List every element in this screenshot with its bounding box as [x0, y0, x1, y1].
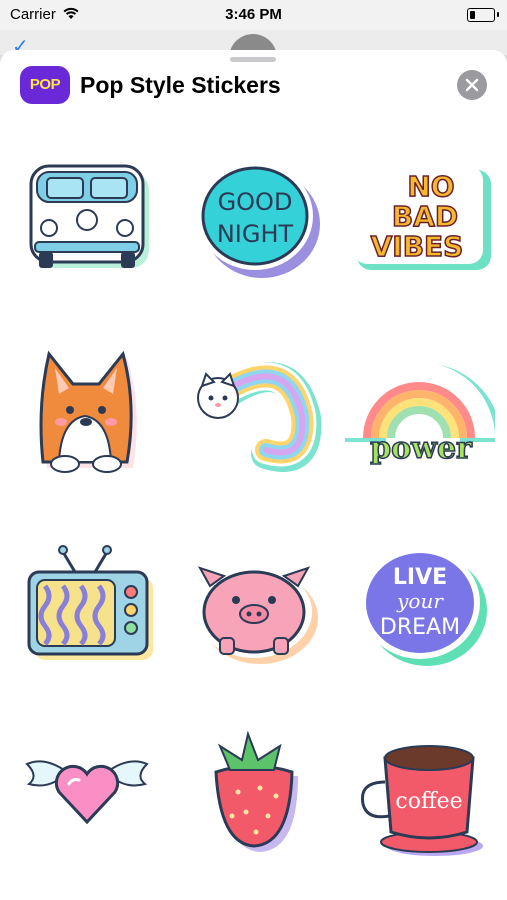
sticker-power-rainbow[interactable]: power [343, 338, 502, 488]
no-label: NO [407, 170, 454, 203]
power-label: power [370, 431, 473, 466]
pig-icon [196, 566, 318, 664]
app-icon: POP [20, 66, 70, 104]
close-button[interactable] [457, 70, 487, 100]
sticker-pig[interactable] [180, 526, 330, 676]
sticker-tv[interactable] [15, 526, 165, 676]
sticker-sheet: POP Pop Style Stickers GOOD NIGHT NO BAD… [0, 50, 507, 900]
sticker-good-night[interactable]: GOOD NIGHT [180, 138, 330, 288]
sticker-strawberry[interactable] [180, 712, 330, 862]
strawberry-icon [214, 730, 298, 852]
sticker-cat-rainbow[interactable] [180, 338, 330, 488]
corgi-icon [39, 350, 137, 473]
your-label: your [396, 589, 444, 613]
night-label: NIGHT [217, 220, 294, 248]
tv-icon [27, 545, 153, 660]
vibes-label: VIBES [371, 230, 464, 263]
bad-label: BAD [392, 200, 458, 233]
close-icon [465, 78, 479, 92]
good-label: GOOD [218, 188, 293, 216]
coffee-label: coffee [395, 789, 462, 814]
sticker-coffee-cup[interactable]: coffee [345, 712, 495, 862]
sticker-corgi[interactable] [15, 338, 165, 488]
winged-heart-icon [25, 760, 149, 825]
sticker-winged-heart[interactable] [15, 712, 165, 862]
live-label: LIVE [393, 565, 447, 590]
status-bar: Carrier 3:46 PM [0, 0, 507, 30]
battery-icon [467, 8, 499, 22]
app-title: Pop Style Stickers [80, 72, 281, 98]
clock: 3:46 PM [225, 6, 282, 23]
cat-rainbow-icon [197, 362, 322, 473]
sheet-grabber[interactable] [230, 57, 276, 62]
sticker-van[interactable] [15, 138, 165, 288]
van-icon [29, 164, 149, 268]
sticker-live-your-dream[interactable]: LIVE your DREAM [345, 526, 495, 676]
dream-label: DREAM [380, 615, 460, 640]
sticker-no-bad-vibes[interactable]: NO BAD VIBES [345, 138, 495, 288]
